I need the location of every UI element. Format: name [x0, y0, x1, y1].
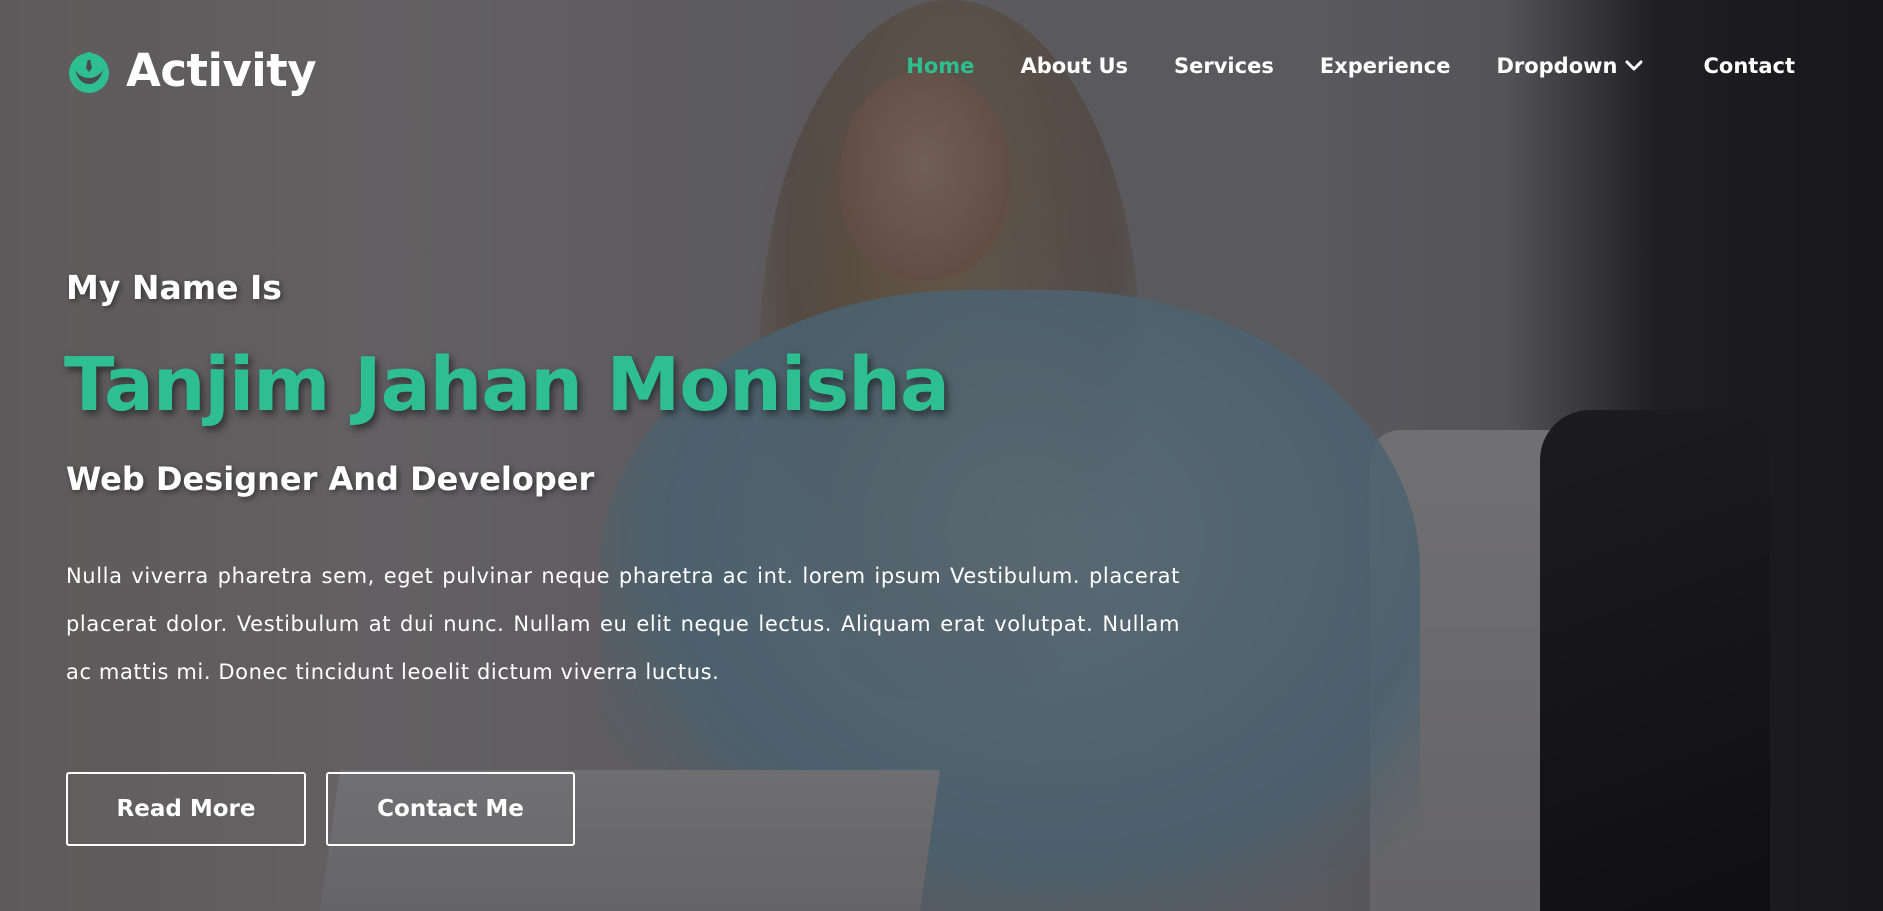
chevron-down-icon: [1625, 60, 1642, 71]
contact-me-button[interactable]: Contact Me: [326, 772, 575, 846]
hero-description: Nulla viverra pharetra sem, eget pulvina…: [66, 564, 1180, 684]
hero-name: Tanjim Jahan Monisha: [64, 342, 950, 428]
nav-item-home[interactable]: Home: [906, 54, 974, 78]
nav-item-dropdown[interactable]: Dropdown: [1496, 54, 1643, 78]
brand-name: Activity: [126, 44, 317, 97]
hero-section: Activity Home About Us Services Experien…: [0, 0, 1883, 911]
nav-item-services[interactable]: Services: [1174, 54, 1274, 78]
hero-intro: My Name Is: [66, 268, 282, 307]
brand-logo[interactable]: Activity: [66, 44, 317, 97]
nav-item-dropdown-label: Dropdown: [1496, 54, 1618, 78]
nav-item-about-us[interactable]: About Us: [1020, 54, 1128, 78]
rebel-alliance-icon: [69, 51, 109, 93]
nav-item-contact[interactable]: Contact: [1704, 54, 1796, 78]
read-more-button[interactable]: Read More: [66, 772, 306, 846]
hero-role: Web Designer And Developer: [66, 460, 595, 498]
main-nav: Home About Us Services Experience Dropdo…: [906, 54, 1795, 78]
nav-item-experience[interactable]: Experience: [1320, 54, 1451, 78]
